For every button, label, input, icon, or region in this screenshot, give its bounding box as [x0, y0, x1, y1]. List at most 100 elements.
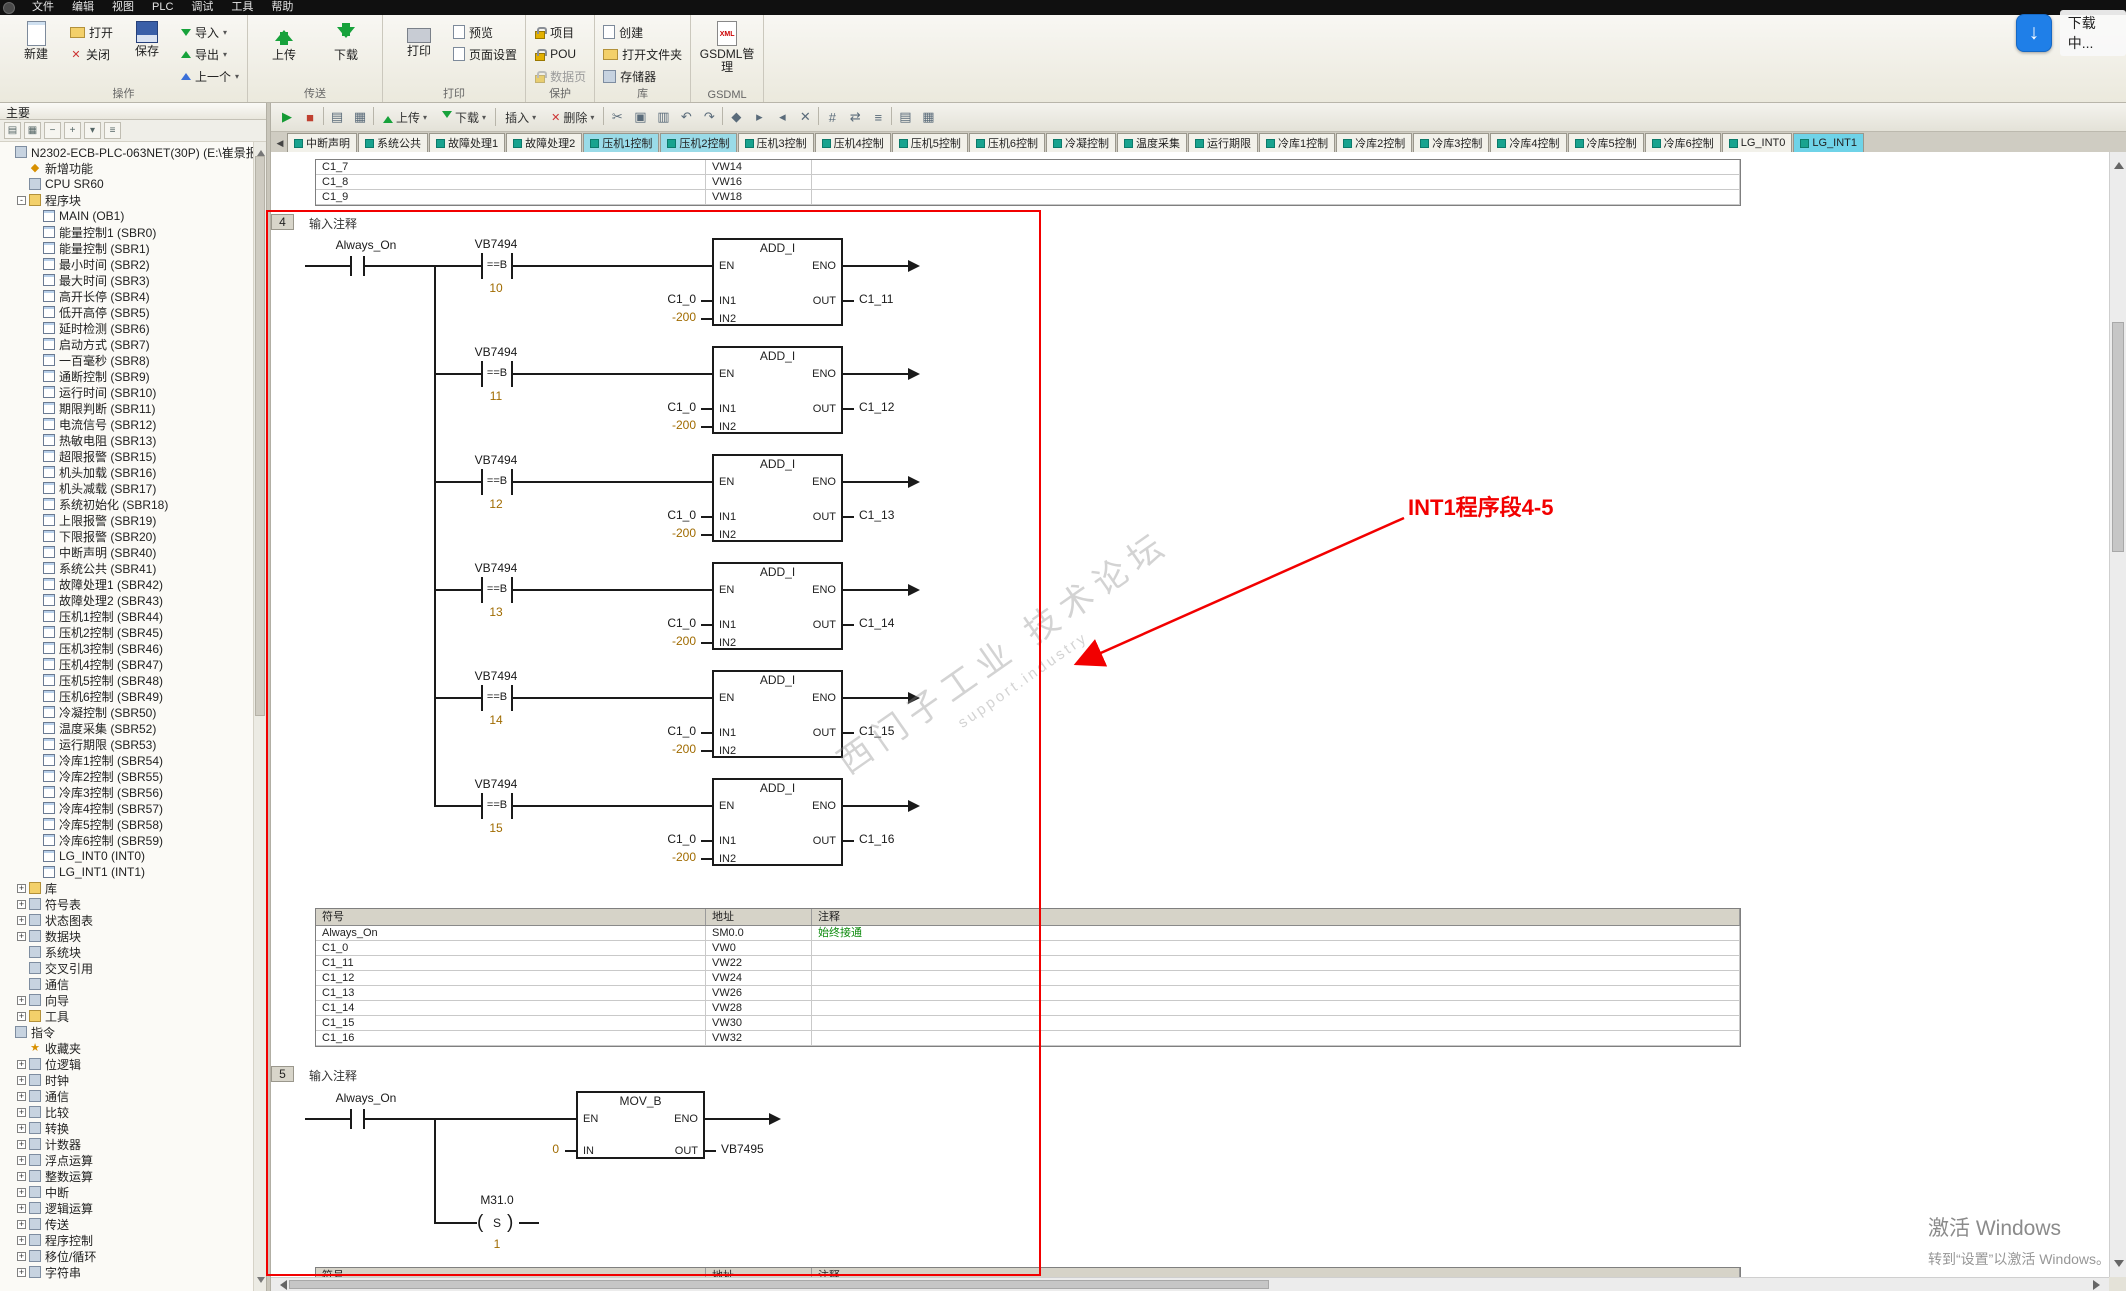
tree-item[interactable]: 冷库4控制 (SBR57): [0, 800, 266, 816]
tree-item[interactable]: + 浮点运算: [0, 1152, 266, 1168]
gsdml-manage-button[interactable]: XML GSDML管理: [699, 18, 755, 86]
tree-item[interactable]: CPU SR60: [0, 176, 266, 192]
tree-item[interactable]: 故障处理2 (SBR43): [0, 592, 266, 608]
toolbar-separator[interactable]: [323, 107, 324, 125]
tree-item[interactable]: 最小时间 (SBR2): [0, 256, 266, 272]
tree-item[interactable]: MAIN (OB1): [0, 208, 266, 224]
tree-item[interactable]: 指令: [0, 1024, 266, 1040]
tab-scroll-left-icon[interactable]: ◀: [273, 134, 287, 152]
pou-tab[interactable]: LG_INT0: [1722, 133, 1793, 152]
close-button[interactable]: ✕关闭: [70, 45, 113, 63]
tree-item[interactable]: 中断声明 (SBR40): [0, 544, 266, 560]
compile-icon[interactable]: ▤: [327, 107, 347, 127]
compare-operand[interactable]: VB7494: [451, 238, 541, 251]
compare-value[interactable]: 10: [480, 282, 512, 295]
tree-expander[interactable]: +: [17, 1156, 26, 1165]
network-comment[interactable]: 输入注释: [309, 1067, 357, 1084]
scroll-down-icon[interactable]: [257, 1277, 265, 1287]
tree-item[interactable]: 压机3控制 (SBR46): [0, 640, 266, 656]
tree-item[interactable]: 一百毫秒 (SBR8): [0, 352, 266, 368]
horizontal-scrollbar[interactable]: [271, 1277, 2109, 1291]
pou-tab[interactable]: 压机1控制: [583, 133, 659, 152]
tree-item[interactable]: 期限判断 (SBR11): [0, 400, 266, 416]
compare-operand[interactable]: VB7494: [451, 346, 541, 359]
symbol-table-row[interactable]: C1_15 VW30: [316, 1016, 1740, 1031]
tree-item[interactable]: 系统初始化 (SBR18): [0, 496, 266, 512]
in1-operand[interactable]: C1_0: [616, 833, 696, 846]
out-operand[interactable]: C1_16: [859, 833, 929, 846]
pou-tab[interactable]: 压机2控制: [660, 133, 736, 152]
pou-tab[interactable]: 故障处理1: [429, 133, 505, 152]
tree-scroll-thumb[interactable]: [255, 156, 265, 716]
in2-operand[interactable]: -200: [616, 743, 696, 756]
tree-expander[interactable]: +: [17, 1060, 26, 1069]
tree-item[interactable]: 系统块: [0, 944, 266, 960]
print-button[interactable]: 打印: [391, 18, 447, 86]
tree-item[interactable]: + 时钟: [0, 1072, 266, 1088]
previous-bookmark-icon[interactable]: ◂: [772, 107, 792, 127]
display-options-icon[interactable]: ≡: [104, 122, 121, 139]
in1-operand[interactable]: C1_0: [616, 725, 696, 738]
in1-operand[interactable]: C1_0: [616, 509, 696, 522]
tree-item[interactable]: 延时检测 (SBR6): [0, 320, 266, 336]
symbol-table-row[interactable]: C1_14 VW28: [316, 1001, 1740, 1016]
delete-dropdown-button[interactable]: ✕删除▾: [545, 106, 600, 128]
absolute-addressing-icon[interactable]: #: [822, 107, 842, 127]
download-progress-button[interactable]: ↓: [2016, 14, 2052, 52]
properties-icon[interactable]: ▦: [918, 107, 938, 127]
tree-item[interactable]: + 数据块: [0, 928, 266, 944]
pou-protection-icon[interactable]: ▤: [895, 107, 915, 127]
toolbar-separator[interactable]: [373, 107, 374, 125]
tree-item[interactable]: 通断控制 (SBR9): [0, 368, 266, 384]
tree-expander[interactable]: +: [17, 1140, 26, 1149]
pou-tab[interactable]: 运行期限: [1188, 133, 1258, 152]
in1-operand[interactable]: C1_0: [616, 293, 696, 306]
next-bookmark-icon[interactable]: ▸: [749, 107, 769, 127]
scroll-left-icon[interactable]: [275, 1280, 287, 1290]
add-i-box[interactable]: ADD_I EN ENO IN1 IN2 OUT: [712, 778, 843, 866]
pou-tab[interactable]: 温度采集: [1117, 133, 1187, 152]
upload-button[interactable]: 上传: [256, 18, 312, 86]
network-comment[interactable]: 输入注释: [309, 215, 357, 232]
tree-item[interactable]: 压机6控制 (SBR49): [0, 688, 266, 704]
tree-item[interactable]: 高开长停 (SBR4): [0, 288, 266, 304]
tree-expander[interactable]: +: [17, 884, 26, 893]
insert-dropdown-button[interactable]: 插入▾: [499, 106, 542, 128]
download-button[interactable]: 下载: [318, 18, 374, 86]
tree-item[interactable]: 启动方式 (SBR7): [0, 336, 266, 352]
compare-value[interactable]: 15: [480, 822, 512, 835]
add-i-box[interactable]: ADD_I EN ENO IN1 IN2 OUT: [712, 238, 843, 326]
mov-b-box[interactable]: MOV_B EN ENO IN OUT: [576, 1091, 705, 1159]
symbol-table-row[interactable]: Always_On SM0.0 始终接通: [316, 926, 1740, 941]
pou-tab[interactable]: LG_INT1: [1793, 133, 1864, 152]
tree-expander[interactable]: +: [17, 1076, 26, 1085]
tree-item[interactable]: - 程序块: [0, 192, 266, 208]
tree-item[interactable]: + 转换: [0, 1120, 266, 1136]
tree-expander[interactable]: +: [17, 900, 26, 909]
scroll-down-icon[interactable]: [2114, 1260, 2124, 1272]
scroll-up-icon[interactable]: [257, 146, 265, 156]
tree-item[interactable]: 最大时间 (SBR3): [0, 272, 266, 288]
contact-operand[interactable]: Always_On: [311, 1092, 421, 1105]
open-item-icon[interactable]: ▦: [24, 122, 41, 139]
paste-icon[interactable]: ▥: [653, 107, 673, 127]
symbol-table-row[interactable]: C1_9 VW18: [316, 190, 1740, 205]
protect-data-page-button[interactable]: 数据页: [534, 67, 586, 85]
cut-icon[interactable]: ✂: [607, 107, 627, 127]
tree-item[interactable]: 交叉引用: [0, 960, 266, 976]
pou-tab[interactable]: 系统公共: [358, 133, 428, 152]
tree-item[interactable]: 温度采集 (SBR52): [0, 720, 266, 736]
tree-item[interactable]: 运行期限 (SBR53): [0, 736, 266, 752]
compare-operand[interactable]: VB7494: [451, 562, 541, 575]
add-i-box[interactable]: ADD_I EN ENO IN1 IN2 OUT: [712, 346, 843, 434]
sort-icon[interactable]: ▾: [84, 122, 101, 139]
tree-expander[interactable]: +: [17, 996, 26, 1005]
save-button[interactable]: 保存: [119, 18, 175, 86]
symbol-table-row[interactable]: C1_16 VW32: [316, 1031, 1740, 1046]
tree-expander[interactable]: +: [17, 1236, 26, 1245]
tree-item[interactable]: 冷库3控制 (SBR56): [0, 784, 266, 800]
compare-operand[interactable]: VB7494: [451, 454, 541, 467]
tree-item[interactable]: + 传送: [0, 1216, 266, 1232]
tree-item[interactable]: ◆ 新增功能: [0, 160, 266, 176]
ladder-canvas[interactable]: C1_7 VW14 C1_8 VW16 C1_9 VW18: [271, 152, 2109, 1277]
